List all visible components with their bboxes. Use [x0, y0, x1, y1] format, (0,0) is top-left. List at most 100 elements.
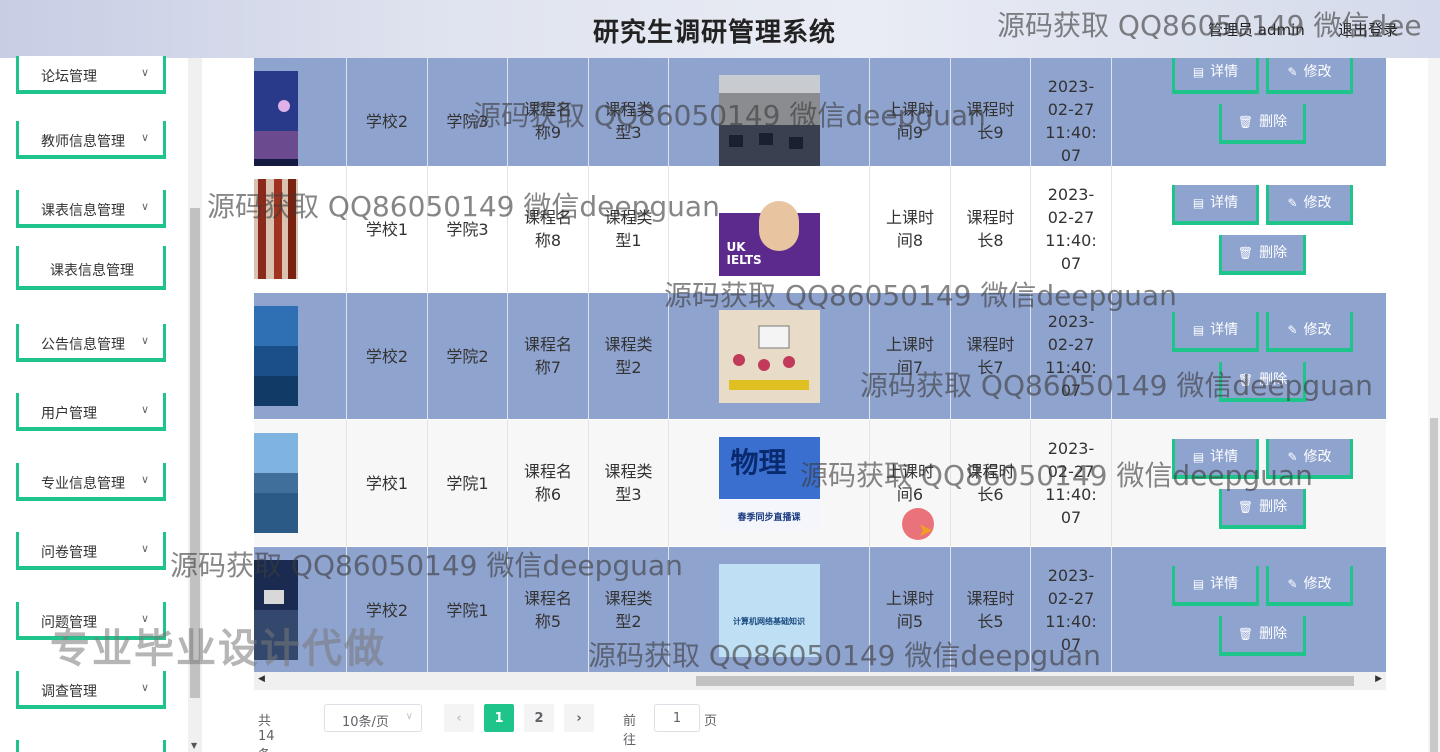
- sidebar-item-label: 问题管理: [41, 615, 97, 631]
- school-cell: 学校2: [347, 293, 428, 419]
- scrollbar-thumb[interactable]: [190, 208, 200, 698]
- sidebar-item-teacher[interactable]: 教师信息管理 ∨: [16, 121, 166, 159]
- chevron-down-icon: ∨: [140, 542, 149, 555]
- prev-page-button[interactable]: ‹: [444, 704, 474, 732]
- top-header: 研究生调研管理系统 管理员 admin 退出登录: [0, 0, 1440, 58]
- table-row: 学校1 学院1 课程名称6 课程类型3 物理 春季同步直播课 上课时间6 课程时…: [254, 420, 1386, 546]
- sidebar-item-label: 专业信息管理: [41, 476, 125, 492]
- goto-page-input[interactable]: 1: [654, 704, 700, 732]
- edit-button[interactable]: ✎ 修改: [1266, 439, 1353, 479]
- table-row: 学校2 学院2 课程名称7 课程类型2 上课时间7 课程时长7 2023-02-…: [254, 293, 1386, 419]
- actions-cell: ▤ 详情 ✎ 修改 🗑 删除: [1112, 547, 1386, 672]
- next-page-button[interactable]: ›: [564, 704, 594, 732]
- course-name-cell: 课程名称6: [508, 420, 589, 546]
- thumbnail-cell: [254, 420, 347, 546]
- edit-button[interactable]: ✎ 修改: [1266, 312, 1353, 352]
- edit-button[interactable]: ✎ 修改: [1266, 566, 1353, 606]
- class-time-cell: 上课时间5: [870, 547, 951, 672]
- table-horizontal-scrollbar[interactable]: ◀ ▶: [254, 672, 1386, 690]
- sidebar-item-major[interactable]: 专业信息管理 ∨: [16, 463, 166, 501]
- pencil-icon: ✎: [1287, 322, 1298, 337]
- scrollbar-thumb[interactable]: [1430, 418, 1438, 752]
- trash-icon: 🗑: [1237, 626, 1254, 641]
- delete-button[interactable]: 🗑 删除: [1219, 362, 1306, 402]
- duration-cell: 课程时长8: [951, 166, 1031, 292]
- main-content: 学校2 学院3 课程名称9 课程类型3 上课时间9 课程时长9 2023-02-…: [204, 58, 1440, 752]
- admin-label: 管理员 admin: [1208, 21, 1305, 39]
- detail-button[interactable]: ▤ 详情: [1172, 439, 1259, 479]
- sidebar-item-questionnaire[interactable]: 问卷管理 ∨: [16, 532, 166, 570]
- date-cell: 2023-02-27 11:40:07: [1031, 547, 1112, 672]
- duration: 课程时长9: [966, 100, 1015, 142]
- trash-icon: 🗑: [1237, 114, 1254, 129]
- cover-image: 物理 春季同步直播课: [718, 436, 820, 530]
- created-date: 2023-02-27 11:40:07: [1045, 77, 1097, 165]
- school-cell: 学校2: [347, 547, 428, 672]
- class-time: 上课时间7: [885, 335, 934, 377]
- page-2-button[interactable]: 2: [524, 704, 554, 732]
- course-type: 课程类型3: [604, 462, 653, 504]
- sidebar-subitem-label: 课表信息管理: [50, 263, 134, 279]
- sidebar-item-schedule[interactable]: 课表信息管理 ∨: [16, 190, 166, 228]
- detail-button[interactable]: ▤ 详情: [1172, 58, 1259, 94]
- course-name-cell: 课程名称5: [508, 547, 589, 672]
- scrollbar-thumb[interactable]: [696, 676, 1354, 686]
- thumbnail-cell: [254, 166, 347, 292]
- edit-button[interactable]: ✎ 修改: [1266, 185, 1353, 225]
- actions-cell: ▤ 详情 ✎ 修改 🗑 删除: [1112, 166, 1386, 292]
- pencil-icon: ✎: [1287, 64, 1298, 79]
- table-row: 学校1 学院3 课程名称8 课程类型1 UK IELTS 上课时间8 课程时长8…: [254, 166, 1386, 292]
- delete-button[interactable]: 🗑 删除: [1219, 104, 1306, 144]
- page-1-button[interactable]: 1: [484, 704, 514, 732]
- document-icon: ▤: [1192, 64, 1205, 79]
- cover-cell: UK IELTS: [669, 166, 870, 292]
- school-cell: 学校1: [347, 420, 428, 546]
- document-icon: ▤: [1192, 576, 1205, 591]
- pencil-icon: ✎: [1287, 449, 1298, 464]
- sidebar-item-notice[interactable]: 公告信息管理 ∨: [16, 324, 166, 362]
- sidebar-item-survey[interactable]: 调查管理 ∨: [16, 671, 166, 709]
- page-vertical-scrollbar[interactable]: [1428, 58, 1440, 752]
- scroll-down-arrow-icon[interactable]: ▼: [191, 741, 197, 750]
- page-size-select[interactable]: 10条/页 ∨: [324, 704, 422, 732]
- goto-label: 前往: [623, 714, 637, 748]
- data-table: 学校2 学院3 课程名称9 课程类型3 上课时间9 课程时长9 2023-02-…: [254, 58, 1386, 672]
- document-icon: ▤: [1192, 322, 1205, 337]
- detail-button[interactable]: ▤ 详情: [1172, 312, 1259, 352]
- class-time: 上课时间5: [885, 589, 934, 631]
- cover-cell: 计算机网络基础知识: [669, 547, 870, 672]
- sidebar-item-label: 问卷管理: [41, 545, 97, 561]
- delete-button[interactable]: 🗑 删除: [1219, 235, 1306, 275]
- delete-button[interactable]: 🗑 删除: [1219, 489, 1306, 529]
- sidebar-item-users[interactable]: 用户管理 ∨: [16, 393, 166, 431]
- page-title: 研究生调研管理系统: [593, 18, 837, 48]
- chevron-down-icon: ∨: [140, 612, 149, 625]
- sidebar-item-label: 论坛管理: [41, 69, 97, 85]
- chevron-up-icon: ∨: [140, 200, 149, 213]
- sidebar-subitem-schedule[interactable]: 课表信息管理: [16, 246, 166, 290]
- cover-image: UK IELTS: [718, 182, 820, 276]
- detail-button[interactable]: ▤ 详情: [1172, 566, 1259, 606]
- delete-button[interactable]: 🗑 删除: [1219, 616, 1306, 656]
- logout-button[interactable]: 退出登录: [1338, 19, 1398, 40]
- thumbnail-cell: [254, 547, 347, 672]
- college-cell: 学院1: [428, 420, 508, 546]
- course-type-cell: 课程类型2: [589, 293, 669, 419]
- scroll-right-arrow-icon[interactable]: ▶: [1375, 674, 1382, 684]
- edit-button[interactable]: ✎ 修改: [1266, 58, 1353, 94]
- trash-icon: 🗑: [1237, 499, 1254, 514]
- date-cell: 2023-02-27 11:40:07: [1031, 420, 1112, 546]
- date-cell: 2023-02-27 11:40:07: [1031, 166, 1112, 292]
- sidebar-item-more[interactable]: [16, 740, 166, 752]
- thumbnail-image: [254, 306, 298, 406]
- sidebar-item-label: 调查管理: [41, 684, 97, 700]
- sidebar-item-question[interactable]: 问题管理 ∨: [16, 602, 166, 640]
- created-date: 2023-02-27 11:40:07: [1045, 566, 1097, 654]
- sidebar-item-label: 课表信息管理: [41, 203, 125, 219]
- scroll-left-arrow-icon[interactable]: ◀: [258, 674, 265, 684]
- chevron-left-icon: ‹: [456, 710, 462, 726]
- detail-button[interactable]: ▤ 详情: [1172, 185, 1259, 225]
- sidebar-scrollbar[interactable]: ▼: [188, 58, 202, 752]
- duration: 课程时长6: [966, 462, 1015, 504]
- sidebar-item-forum[interactable]: 论坛管理 ∨: [16, 56, 166, 94]
